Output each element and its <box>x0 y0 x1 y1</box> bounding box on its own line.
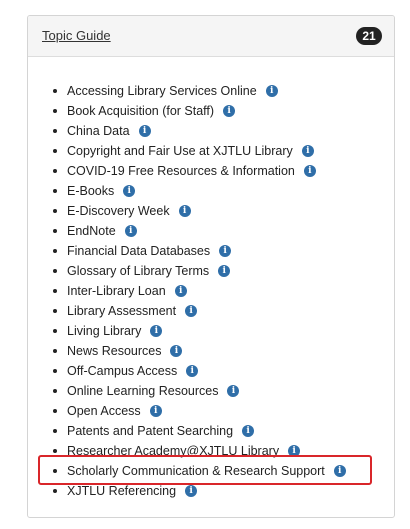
info-icon[interactable]: i <box>170 344 183 357</box>
topic-link[interactable]: Accessing Library Services Online <box>67 84 257 98</box>
list-item: Financial Data Databases i <box>28 241 394 261</box>
bullet <box>53 89 57 93</box>
topic-link[interactable]: E-Discovery Week <box>67 204 170 218</box>
list-item: Inter-Library Loan i <box>28 281 394 301</box>
topic-link[interactable]: Online Learning Resources <box>67 384 218 398</box>
topic-link[interactable]: Library Assessment <box>67 304 176 318</box>
info-icon[interactable]: i <box>149 404 162 417</box>
topic-link[interactable]: COVID-19 Free Resources & Information <box>67 164 295 178</box>
bullet <box>53 349 57 353</box>
list-item: Open Access i <box>28 401 394 421</box>
topic-link[interactable]: Book Acquisition (for Staff) <box>67 104 214 118</box>
info-icon[interactable]: i <box>242 424 255 437</box>
bullet <box>53 409 57 413</box>
bullet <box>53 489 57 493</box>
info-icon[interactable]: i <box>303 164 316 177</box>
list-item: China Data i <box>28 121 394 141</box>
info-icon[interactable]: i <box>301 144 314 157</box>
topic-guide-panel: Topic Guide 21 Accessing Library Service… <box>27 15 395 518</box>
info-icon[interactable]: i <box>218 264 231 277</box>
topic-link[interactable]: Off-Campus Access <box>67 364 177 378</box>
info-icon[interactable]: i <box>150 324 163 337</box>
list-item: Patents and Patent Searching i <box>28 421 394 441</box>
topic-link[interactable]: Patents and Patent Searching <box>67 424 233 438</box>
bullet <box>53 429 57 433</box>
topic-link[interactable]: Open Access <box>67 404 141 418</box>
bullet <box>53 149 57 153</box>
list-item: COVID-19 Free Resources & Information i <box>28 161 394 181</box>
info-icon[interactable]: i <box>186 364 199 377</box>
list-item: Off-Campus Access i <box>28 361 394 381</box>
info-icon[interactable]: i <box>185 484 198 497</box>
list-item: E-Books i <box>28 181 394 201</box>
bullet <box>53 309 57 313</box>
highlight-box <box>38 455 372 485</box>
info-icon[interactable]: i <box>185 304 198 317</box>
bullet <box>53 369 57 373</box>
bullet <box>53 269 57 273</box>
list-item: Copyright and Fair Use at XJTLU Library i <box>28 141 394 161</box>
topic-link[interactable]: China Data <box>67 124 130 138</box>
topic-link[interactable]: Copyright and Fair Use at XJTLU Library <box>67 144 293 158</box>
bullet <box>53 329 57 333</box>
panel-header: Topic Guide 21 <box>28 16 394 57</box>
info-icon[interactable]: i <box>219 244 232 257</box>
bullet <box>53 389 57 393</box>
bullet <box>53 449 57 453</box>
list-item: EndNote i <box>28 221 394 241</box>
info-icon[interactable]: i <box>265 84 278 97</box>
topic-link[interactable]: EndNote <box>67 224 116 238</box>
info-icon[interactable]: i <box>123 184 136 197</box>
info-icon[interactable]: i <box>174 284 187 297</box>
bullet <box>53 249 57 253</box>
info-icon[interactable]: i <box>124 224 137 237</box>
topic-link[interactable]: E-Books <box>67 184 114 198</box>
list-item: E-Discovery Week i <box>28 201 394 221</box>
topic-list: Accessing Library Services Online i Book A… <box>28 81 394 501</box>
topic-link[interactable]: Living Library <box>67 324 141 338</box>
bullet <box>53 229 57 233</box>
list-item: Book Acquisition (for Staff) i <box>28 101 394 121</box>
bullet <box>53 289 57 293</box>
count-badge: 21 <box>356 27 382 45</box>
bullet <box>53 189 57 193</box>
topic-link[interactable]: Inter-Library Loan <box>67 284 166 298</box>
topic-link[interactable]: News Resources <box>67 344 161 358</box>
list-item: Glossary of Library Terms i <box>28 261 394 281</box>
info-icon[interactable]: i <box>178 204 191 217</box>
bullet <box>53 209 57 213</box>
bullet <box>53 129 57 133</box>
topic-link[interactable]: Glossary of Library Terms <box>67 264 209 278</box>
info-icon[interactable]: i <box>223 104 236 117</box>
topic-link[interactable]: Financial Data Databases <box>67 244 210 258</box>
topic-guide-title[interactable]: Topic Guide <box>42 28 111 43</box>
list-item: Library Assessment i <box>28 301 394 321</box>
bullet <box>53 169 57 173</box>
info-icon[interactable]: i <box>138 124 151 137</box>
list-item: Living Library i <box>28 321 394 341</box>
info-icon[interactable]: i <box>227 384 240 397</box>
list-item: News Resources i <box>28 341 394 361</box>
list-item: Online Learning Resources i <box>28 381 394 401</box>
topic-link[interactable]: XJTLU Referencing <box>67 484 176 498</box>
bullet <box>53 109 57 113</box>
list-item: Accessing Library Services Online i <box>28 81 394 101</box>
